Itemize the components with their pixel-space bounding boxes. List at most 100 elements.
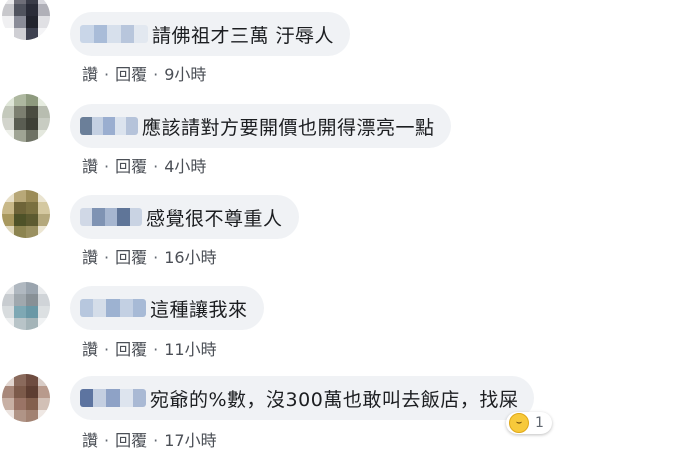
avatar-pixel xyxy=(2,386,14,398)
commenter-name[interactable] xyxy=(80,117,138,135)
timestamp-link[interactable]: 17小時 xyxy=(164,431,216,450)
like-link[interactable]: 讚 xyxy=(82,157,98,176)
like-link[interactable]: 讚 xyxy=(82,65,98,84)
avatar-pixel xyxy=(14,374,26,386)
name-blur-block xyxy=(103,117,115,135)
name-blur-block xyxy=(80,299,94,317)
avatar-pixel xyxy=(26,130,38,142)
like-link[interactable]: 讚 xyxy=(82,340,98,359)
comment-4: 這種讓我來 讚 · 回覆 · 11小時 xyxy=(0,276,690,368)
reaction-count: 1 xyxy=(535,415,544,431)
comment-bubble: 這種讓我來 xyxy=(70,286,264,330)
comment-bubble: 應該請對方要開價也開得漂亮一點 xyxy=(70,104,451,148)
avatar-pixel xyxy=(14,386,26,398)
reply-link[interactable]: 回覆 xyxy=(115,248,147,267)
name-blur-block xyxy=(106,389,120,407)
reply-link[interactable]: 回覆 xyxy=(115,65,147,84)
avatar-pixel xyxy=(2,94,14,106)
avatar[interactable] xyxy=(2,374,50,422)
avatar-pixel xyxy=(26,374,38,386)
reaction-badge[interactable]: ⌣ 1 xyxy=(506,412,552,434)
avatar-pixel xyxy=(14,294,26,306)
name-blur-block xyxy=(92,208,105,226)
avatar-pixel xyxy=(26,306,38,318)
comment-2: 應該請對方要開價也開得漂亮一點 讚 · 回覆 · 4小時 xyxy=(0,92,690,184)
name-blur-block xyxy=(80,208,93,226)
comment-3: 感覺很不尊重人 讚 · 回覆 · 16小時 xyxy=(0,184,690,276)
avatar-pixel xyxy=(14,410,26,422)
comment-text: 宛爺的%數，沒300萬也敢叫去飯店，找屎 xyxy=(150,388,519,411)
comment-meta: 讚 · 回覆 · 11小時 xyxy=(82,336,217,360)
comment-meta: 讚 · 回覆 · 17小時 xyxy=(82,427,217,451)
avatar-pixel xyxy=(26,94,38,106)
avatar[interactable] xyxy=(2,190,50,238)
commenter-name[interactable] xyxy=(80,299,146,317)
reply-link[interactable]: 回覆 xyxy=(115,340,147,359)
name-blur-block xyxy=(93,299,107,317)
avatar-pixel xyxy=(26,28,38,40)
name-blur-block xyxy=(132,299,146,317)
name-blur-block xyxy=(106,299,120,317)
comment-meta: 讚 · 回覆 · 9小時 xyxy=(82,61,206,85)
avatar-pixel xyxy=(2,16,14,28)
avatar-pixel xyxy=(2,118,14,130)
comment-5: 宛爺的%數，沒300萬也敢叫去飯店，找屎 ⌣ 1 讚 · 回覆 · 17小時 xyxy=(0,368,690,460)
avatar-pixel xyxy=(38,226,50,238)
avatar-pixel xyxy=(26,410,38,422)
separator-dot: · xyxy=(104,431,110,450)
name-blur-block xyxy=(132,389,146,407)
avatar-pixel xyxy=(26,318,38,330)
comment-text: 請佛祖才三萬 汙辱人 xyxy=(152,24,335,47)
separator-dot: · xyxy=(153,65,159,84)
timestamp-link[interactable]: 4小時 xyxy=(164,157,206,176)
reply-link[interactable]: 回覆 xyxy=(115,157,147,176)
like-link[interactable]: 讚 xyxy=(82,431,98,450)
name-blur-block xyxy=(134,25,148,43)
avatar-pixel xyxy=(2,410,14,422)
avatar-pixel xyxy=(26,190,38,202)
avatar-pixel xyxy=(38,28,50,40)
avatar-pixel xyxy=(14,16,26,28)
name-blur-block xyxy=(93,25,108,43)
avatar-pixel xyxy=(38,294,50,306)
avatar-pixel xyxy=(2,398,14,410)
avatar-pixel xyxy=(26,4,38,16)
avatar-pixel xyxy=(38,16,50,28)
reply-link[interactable]: 回覆 xyxy=(115,431,147,450)
comment-bubble: 感覺很不尊重人 xyxy=(70,195,299,239)
avatar-pixel xyxy=(38,118,50,130)
avatar-pixel xyxy=(2,28,14,40)
avatar-pixel xyxy=(26,214,38,226)
avatar-pixel xyxy=(14,28,26,40)
avatar-pixel xyxy=(38,386,50,398)
avatar[interactable] xyxy=(2,94,50,142)
avatar-pixel xyxy=(2,106,14,118)
avatar[interactable] xyxy=(2,282,50,330)
timestamp-link[interactable]: 11小時 xyxy=(164,340,216,359)
separator-dot: · xyxy=(153,340,159,359)
name-blur-block xyxy=(80,389,94,407)
avatar-pixel xyxy=(38,374,50,386)
commenter-name[interactable] xyxy=(80,208,142,226)
commenter-name[interactable] xyxy=(80,389,146,407)
timestamp-link[interactable]: 16小時 xyxy=(164,248,216,267)
like-link[interactable]: 讚 xyxy=(82,248,98,267)
comment-text: 感覺很不尊重人 xyxy=(146,207,283,230)
avatar-pixel xyxy=(14,118,26,130)
comment-1: 請佛祖才三萬 汙辱人 讚 · 回覆 · 9小時 xyxy=(0,0,690,92)
avatar-pixel xyxy=(38,282,50,294)
avatar-pixel xyxy=(14,282,26,294)
name-blur-block xyxy=(119,389,133,407)
commenter-name[interactable] xyxy=(80,25,148,43)
comment-bubble: 宛爺的%數，沒300萬也敢叫去飯店，找屎 xyxy=(70,376,535,420)
name-blur-block xyxy=(114,117,127,135)
timestamp-link[interactable]: 9小時 xyxy=(164,65,206,84)
avatar-pixel xyxy=(14,94,26,106)
avatar-pixel xyxy=(2,318,14,330)
separator-dot: · xyxy=(104,157,110,176)
avatar[interactable] xyxy=(2,0,50,40)
avatar-pixel xyxy=(2,4,14,16)
name-blur-block xyxy=(126,117,138,135)
avatar-pixel xyxy=(14,214,26,226)
avatar-pixel xyxy=(26,398,38,410)
